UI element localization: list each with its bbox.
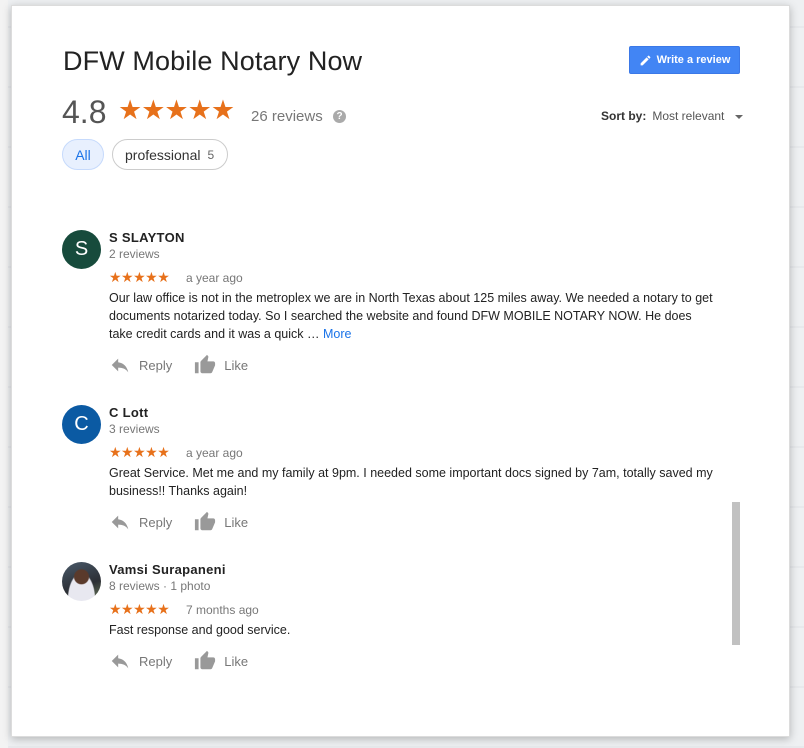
reviewer-name[interactable]: S SLAYTON [109,230,185,245]
avatar[interactable]: C [62,405,101,444]
review-text: Great Service. Met me and my family at 9… [109,466,713,498]
business-title: DFW Mobile Notary Now [63,46,363,76]
review-stars: ★★★★★ [109,269,170,285]
like-button[interactable]: Like [194,650,248,672]
write-review-label: Write a review [656,54,731,66]
like-button[interactable]: Like [194,511,248,533]
chip-label: professional [125,146,201,163]
reply-icon [111,515,129,530]
review-time: 7 months ago [186,603,259,617]
review-actions: Reply Like [109,354,248,376]
sort-label: Sort by: [601,109,647,123]
thumbs-up-icon [195,650,216,670]
scrollbar-thumb[interactable] [732,502,740,645]
filter-chip-all[interactable]: All [62,139,104,170]
reply-label: Reply [139,653,173,669]
like-label: Like [224,357,249,373]
review-list: S S SLAYTON 2 reviews ★★★★★ a year ago O… [12,184,791,704]
review-body: Our law office is not in the metroplex w… [109,291,713,341]
pencil-icon [640,55,650,65]
review-text: Fast response and good service. [109,623,291,637]
reply-button[interactable]: Reply [109,511,172,533]
reviewer-name[interactable]: C Lott [109,405,148,420]
sort-value: Most relevant [652,109,725,123]
reviewer-meta: 8 reviews · 1 photo [109,579,211,593]
avatar-initial: C [74,413,89,435]
review-stars: ★★★★★ [109,601,170,617]
review-time: a year ago [186,446,243,460]
filter-chip-professional[interactable]: professional 5 [112,139,228,170]
reviews-dialog: DFW Mobile Notary Now Write a review 4.8… [11,5,790,737]
clipped-previous-review [142,190,222,196]
like-label: Like [224,514,249,530]
help-icon[interactable]: ? [333,110,346,123]
avatar[interactable]: S [62,230,101,269]
review-actions: Reply Like [109,650,248,672]
reply-button[interactable]: Reply [109,354,172,376]
chip-count: 5 [207,147,215,162]
review-actions: Reply Like [109,511,248,533]
thumbs-up-icon [195,354,216,374]
reply-label: Reply [139,357,173,373]
review-time: a year ago [186,271,243,285]
review-text: Our law office is not in the metroplex w… [109,289,714,343]
review-stars: ★★★★★ [109,444,170,460]
more-link[interactable]: More [323,327,351,341]
reviewer-meta: 3 reviews [109,422,160,436]
average-rating: 4.8 [62,94,107,130]
reply-icon [111,654,129,669]
thumbs-up-icon [195,511,216,531]
sort-dropdown[interactable]: Sort by: Most relevant [601,109,744,123]
average-stars: ★★★★★ [118,95,235,125]
reviewer-name[interactable]: Vamsi Surapaneni [109,562,226,577]
avatar-photo[interactable] [62,562,101,601]
reply-label: Reply [139,514,173,530]
review-count: 26 reviews [251,108,323,125]
reply-icon [111,358,129,373]
like-label: Like [224,653,249,669]
reply-button[interactable]: Reply [109,650,172,672]
avatar-initial: S [74,238,89,260]
like-button[interactable]: Like [194,354,248,376]
write-review-button[interactable]: Write a review [629,46,740,74]
reviewer-meta: 2 reviews [109,247,160,261]
caret-down-icon [735,115,744,119]
